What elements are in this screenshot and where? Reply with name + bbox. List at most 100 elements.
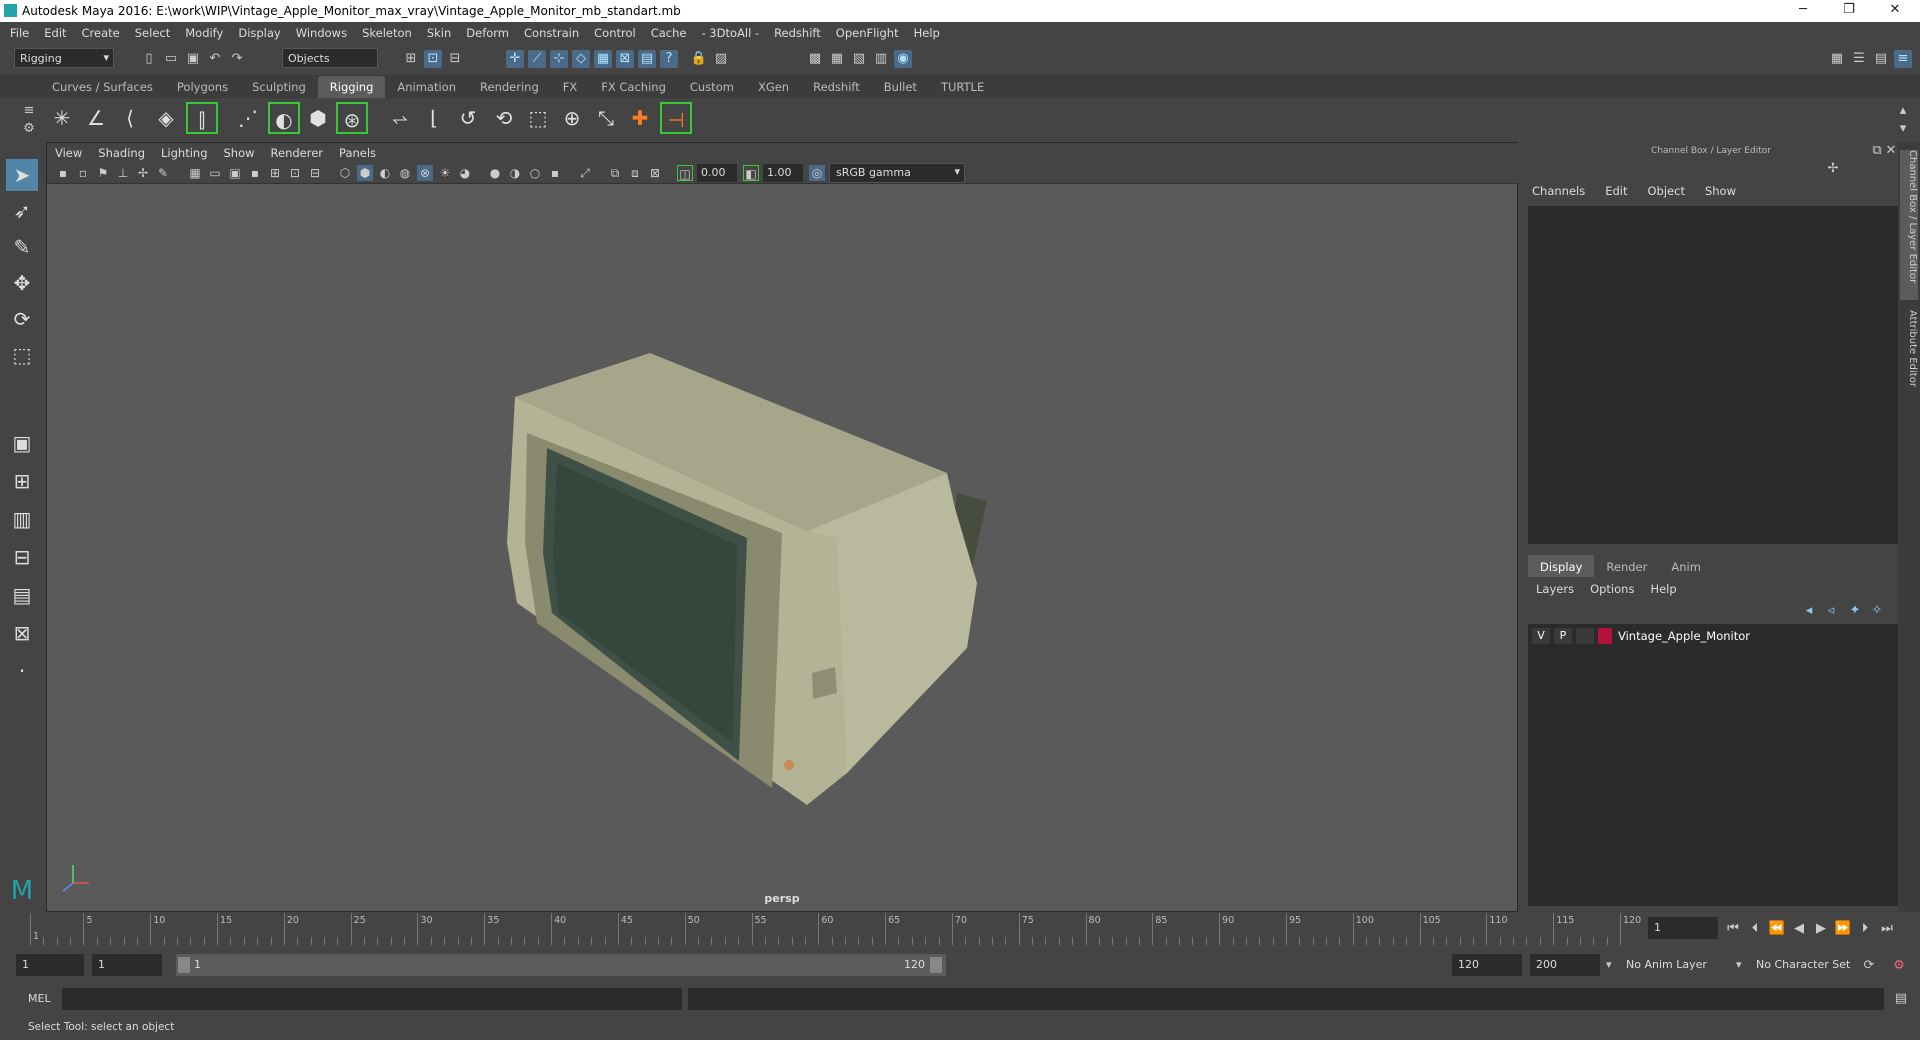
tab-fx[interactable]: FX — [551, 76, 590, 98]
channel-box-icon[interactable]: ≡ — [1894, 50, 1912, 68]
point-constraint-icon[interactable]: ⊕ — [556, 102, 588, 134]
menu-control[interactable]: Control — [594, 26, 636, 40]
select-object-icon[interactable]: ⊡ — [424, 50, 442, 68]
tab-curves-surfaces[interactable]: Curves / Surfaces — [40, 76, 165, 98]
close-button[interactable]: ✕ — [1880, 2, 1910, 20]
current-frame-field[interactable]: 1 — [1648, 917, 1718, 939]
menu-skin[interactable]: Skin — [427, 26, 451, 40]
menu-redshift[interactable]: Redshift — [774, 26, 821, 40]
select-component-icon[interactable]: ⊟ — [446, 50, 464, 68]
tab-rendering[interactable]: Rendering — [468, 76, 551, 98]
joint-tool-icon[interactable]: ✳ — [46, 102, 78, 134]
le-menu-layers[interactable]: Layers — [1536, 582, 1574, 596]
cb-menu-object[interactable]: Object — [1648, 184, 1685, 198]
play-backward-icon[interactable]: ◀ — [1790, 920, 1808, 938]
move-layer-down-icon[interactable]: ◃ — [1822, 602, 1840, 620]
render-settings-icon[interactable]: ▥ — [872, 50, 890, 68]
animation-end-field[interactable]: 200 — [1530, 954, 1600, 976]
side-tab-attribute-editor[interactable]: Attribute Editor — [1900, 310, 1918, 400]
menu-modify[interactable]: Modify — [185, 26, 223, 40]
vintage-apple-monitor-model[interactable] — [507, 353, 987, 805]
play-forward-icon[interactable]: ▶ — [1812, 920, 1830, 938]
menu-windows[interactable]: Windows — [296, 26, 347, 40]
tab-custom[interactable]: Custom — [678, 76, 746, 98]
range-start-handle[interactable] — [178, 957, 190, 973]
detach-skin-icon[interactable]: ⌊ — [418, 102, 450, 134]
select-hierarchy-icon[interactable]: ⊞ — [402, 50, 420, 68]
render-frame-icon[interactable]: ▩ — [806, 50, 824, 68]
layout-icon[interactable]: ▦ — [1828, 50, 1846, 68]
channel-list[interactable] — [1528, 206, 1898, 544]
single-perspective-layout-icon[interactable]: ▣ — [6, 427, 38, 459]
tab-animation[interactable]: Animation — [385, 76, 468, 98]
ik-spline-icon[interactable]: ⟨ — [114, 102, 146, 134]
snap-vertex-icon[interactable]: ⊠ — [616, 50, 634, 68]
mirror-weights-icon[interactable]: ⬚ — [522, 102, 554, 134]
menu-help[interactable]: Help — [914, 26, 940, 40]
menu-edit[interactable]: Edit — [44, 26, 66, 40]
snap-view-icon[interactable]: ◇ — [572, 50, 590, 68]
snap-grid-icon[interactable]: ✛ — [506, 50, 524, 68]
selection-mask-dropdown[interactable]: Objects — [282, 48, 378, 68]
open-scene-icon[interactable]: ▭ — [162, 50, 180, 68]
four-view-layout-icon[interactable]: ⊞ — [6, 465, 38, 497]
hypershade-icon[interactable]: ◉ — [894, 50, 912, 68]
snap-query-icon[interactable]: ? — [660, 50, 678, 68]
tab-fx-caching[interactable]: FX Caching — [589, 76, 678, 98]
lattice-icon[interactable]: ◐ — [268, 102, 300, 134]
mode-dropdown[interactable]: Rigging ▾ — [14, 48, 114, 68]
wire-icon[interactable]: ⊛ — [336, 102, 368, 134]
cb-menu-edit[interactable]: Edit — [1605, 184, 1627, 198]
new-scene-icon[interactable]: ▯ — [140, 50, 158, 68]
undo-icon[interactable]: ↶ — [206, 50, 224, 68]
restore-button[interactable]: ❐ — [1834, 2, 1864, 20]
ipr-render-icon[interactable]: ▧ — [850, 50, 868, 68]
menu-openflight[interactable]: OpenFlight — [836, 26, 899, 40]
tab-polygons[interactable]: Polygons — [165, 76, 240, 98]
time-ruler[interactable]: 1 5 10 15 20 25 30 35 40 45 50 55 60 65 70 75 80 85 90 95 10… — [26, 913, 1641, 945]
render-view-icon[interactable]: ▦ — [828, 50, 846, 68]
mel-input[interactable] — [62, 988, 682, 1010]
paint-weights-icon[interactable]: ↺ — [452, 102, 484, 134]
step-back-key-icon[interactable]: ⏪ — [1768, 920, 1786, 938]
step-forward-key-icon[interactable]: ⏩ — [1834, 920, 1852, 938]
snap-point-icon[interactable]: ⊹ — [550, 50, 568, 68]
side-by-side-layout-icon[interactable]: ▥ — [6, 503, 38, 535]
aim-constraint-icon[interactable]: ⤡ — [590, 102, 622, 134]
create-layer-from-selected-icon[interactable]: ✧ — [1868, 602, 1886, 620]
layer-row[interactable]: V P Vintage_Apple_Monitor — [1530, 626, 1894, 646]
menu-display[interactable]: Display — [238, 26, 280, 40]
animation-start-field[interactable]: 1 — [16, 954, 84, 976]
redo-icon[interactable]: ↷ — [228, 50, 246, 68]
layer-color-swatch[interactable] — [1598, 628, 1612, 644]
tab-anim[interactable]: Anim — [1659, 555, 1713, 577]
snap-surface-icon[interactable]: ▦ — [594, 50, 612, 68]
paint-select-tool-icon[interactable]: ✎ — [6, 231, 38, 263]
scale-tool-icon[interactable]: ⬚ — [6, 339, 38, 371]
move-tool-icon[interactable]: ✥ — [6, 267, 38, 299]
save-scene-icon[interactable]: ▣ — [184, 50, 202, 68]
shelf-options-icon[interactable]: ⚙ — [20, 120, 38, 138]
time-slider[interactable]: 1 5 10 15 20 25 30 35 40 45 50 55 60 65 70 75 80 85 90 95 10… — [0, 913, 1920, 945]
layer-playback-toggle[interactable]: P — [1554, 628, 1572, 644]
select-tool-icon[interactable]: ➤ — [6, 159, 38, 191]
attribute-editor-icon[interactable]: ▤ — [1872, 50, 1890, 68]
tab-render[interactable]: Render — [1594, 555, 1659, 577]
mel-label[interactable]: MEL — [28, 992, 51, 1005]
menu-select[interactable]: Select — [135, 26, 170, 40]
shelf-scroll-down-icon[interactable]: ▾ — [1894, 120, 1912, 138]
step-forward-icon[interactable]: ⏵ — [1856, 920, 1874, 938]
cluster-icon[interactable]: ⋰ — [232, 102, 264, 134]
mirror-joint-icon[interactable]: ◈ — [150, 102, 182, 134]
lasso-tool-icon[interactable]: ➶ — [6, 195, 38, 227]
auto-key-icon[interactable]: ⟳ — [1860, 957, 1878, 975]
axis-display-icon[interactable]: ✢ — [1824, 160, 1842, 178]
snap-curve-icon[interactable]: ⟋ — [528, 50, 546, 68]
hypershade-layout-icon[interactable]: ⊠ — [6, 617, 38, 649]
shelf-scroll-up-icon[interactable]: ▴ — [1894, 102, 1912, 120]
playback-end-field[interactable]: 120 — [1452, 954, 1522, 976]
chevron-down-icon[interactable]: ▾ — [1606, 958, 1612, 971]
menu-deform[interactable]: Deform — [466, 26, 509, 40]
ik-handle-icon[interactable]: ∠ — [80, 102, 112, 134]
parent-constraint-icon[interactable]: ⊣ — [660, 102, 692, 134]
